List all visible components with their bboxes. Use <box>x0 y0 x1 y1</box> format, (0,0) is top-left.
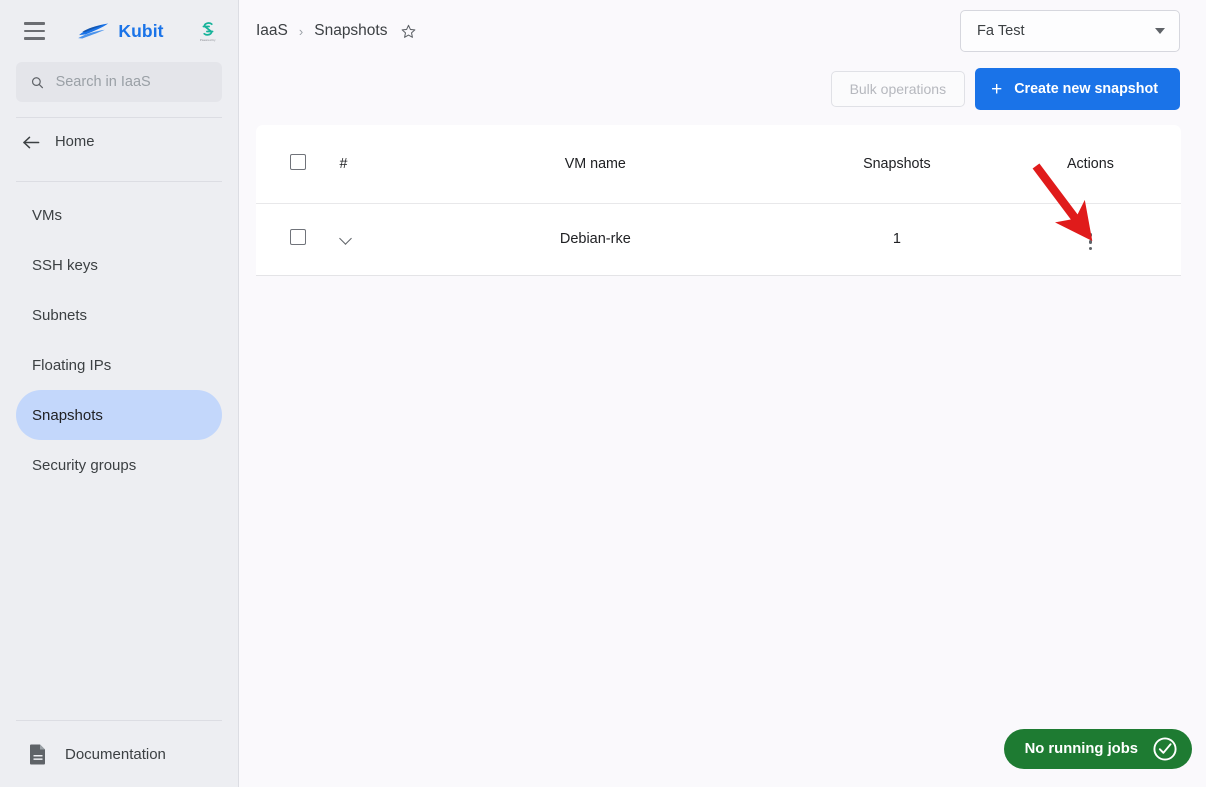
star-outline-icon[interactable] <box>400 23 417 40</box>
table-header: # VM name Snapshots Actions <box>256 125 1181 204</box>
bulk-operations-button[interactable]: Bulk operations <box>830 71 966 107</box>
row-expand-cell <box>339 203 397 276</box>
sidebar-item-floating-ips[interactable]: Floating IPs <box>16 340 222 390</box>
sidebar-item-label: Security groups <box>32 456 137 474</box>
chevron-down-icon[interactable] <box>340 234 354 243</box>
status-badge-label: No running jobs <box>1024 741 1138 757</box>
create-new-snapshot-button[interactable]: + Create new snapshot <box>975 68 1180 110</box>
brand[interactable]: Kubit <box>77 20 164 42</box>
sidebar-item-label: Snapshots <box>32 406 103 424</box>
plus-icon: + <box>991 78 1003 100</box>
partner-subtitle: Powered by <box>199 39 216 43</box>
sidebar-item-snapshots[interactable]: Snapshots <box>16 390 222 440</box>
sidebar-item-label: Subnets <box>32 306 88 324</box>
sidebar-item-home[interactable]: Home <box>0 118 238 166</box>
sidebar: Kubit Powered by Search in IaaS Home VMs… <box>0 0 239 787</box>
kubit-wave-logo <box>78 23 109 39</box>
checkbox-unchecked-icon[interactable] <box>289 229 306 245</box>
search-input[interactable] <box>55 74 208 90</box>
breadcrumb: IaaS › Snapshots <box>256 22 417 40</box>
row-vm-name: Debian-rke <box>396 203 794 276</box>
partner-s-glyph <box>202 22 214 36</box>
create-new-snapshot-label: Create new snapshot <box>1014 81 1158 97</box>
sidebar-item-vms[interactable]: VMs <box>16 190 222 240</box>
status-badge[interactable]: No running jobs <box>1003 729 1192 769</box>
document-icon <box>30 744 45 765</box>
column-header-hash: # <box>339 125 397 204</box>
row-select-cell <box>256 203 340 276</box>
sidebar-item-security-groups[interactable]: Security groups <box>16 440 222 490</box>
sidebar-item-label: SSH keys <box>32 256 98 274</box>
select-all-header <box>256 125 340 204</box>
column-header-vm-name: VM name <box>396 125 794 204</box>
sidebar-item-documentation-label: Documentation <box>65 745 166 763</box>
search-icon <box>31 76 44 88</box>
sidebar-item-label: VMs <box>32 206 62 224</box>
sidebar-item-label: Floating IPs <box>32 356 112 374</box>
table-header-row: # VM name Snapshots Actions <box>256 125 1181 204</box>
checkbox-unchecked-icon[interactable] <box>289 153 306 170</box>
arrow-left-icon <box>23 136 40 148</box>
org-select[interactable]: Fa Test <box>960 10 1180 52</box>
table-row[interactable]: Debian-rke 1 <box>256 203 1181 276</box>
topbar: IaaS › Snapshots Fa Test <box>239 0 1206 62</box>
row-actions-cell <box>999 203 1181 276</box>
search-box[interactable] <box>16 62 222 102</box>
sidebar-header: Kubit Powered by <box>0 0 238 62</box>
sidebar-nav: VMs SSH keys Subnets Floating IPs Snapsh… <box>0 182 238 490</box>
toolbar: Bulk operations + Create new snapshot <box>239 62 1206 116</box>
hamburger-icon[interactable] <box>18 14 50 48</box>
snapshots-table: # VM name Snapshots Actions Debian-rke 1 <box>256 125 1181 276</box>
breadcrumb-root[interactable]: IaaS <box>256 22 288 40</box>
app-root: Kubit Powered by Search in IaaS Home VMs… <box>0 0 1206 787</box>
sidebar-item-subnets[interactable]: Subnets <box>16 290 222 340</box>
snapshots-table-card: # VM name Snapshots Actions Debian-rke 1 <box>256 125 1181 276</box>
partner-s-logo[interactable]: Powered by <box>192 19 224 43</box>
table-body: Debian-rke 1 <box>256 203 1181 276</box>
kebab-menu-icon[interactable] <box>1086 230 1095 253</box>
breadcrumb-current[interactable]: Snapshots <box>314 22 387 40</box>
row-snapshots-count: 1 <box>793 203 1000 276</box>
column-header-snapshots: Snapshots <box>793 125 1000 204</box>
column-header-actions: Actions <box>999 125 1181 204</box>
main-content: IaaS › Snapshots Fa Test Bulk operations… <box>239 0 1206 787</box>
check-circle-icon <box>1153 737 1177 761</box>
chevron-down-icon <box>1155 28 1165 34</box>
brand-name: Kubit <box>118 20 164 41</box>
sidebar-item-home-label: Home <box>55 134 95 150</box>
search-container <box>0 62 238 102</box>
org-select-value: Fa Test <box>977 23 1025 39</box>
breadcrumb-separator: › <box>298 23 304 39</box>
sidebar-item-ssh-keys[interactable]: SSH keys <box>16 240 222 290</box>
sidebar-item-documentation[interactable]: Documentation <box>0 721 238 787</box>
